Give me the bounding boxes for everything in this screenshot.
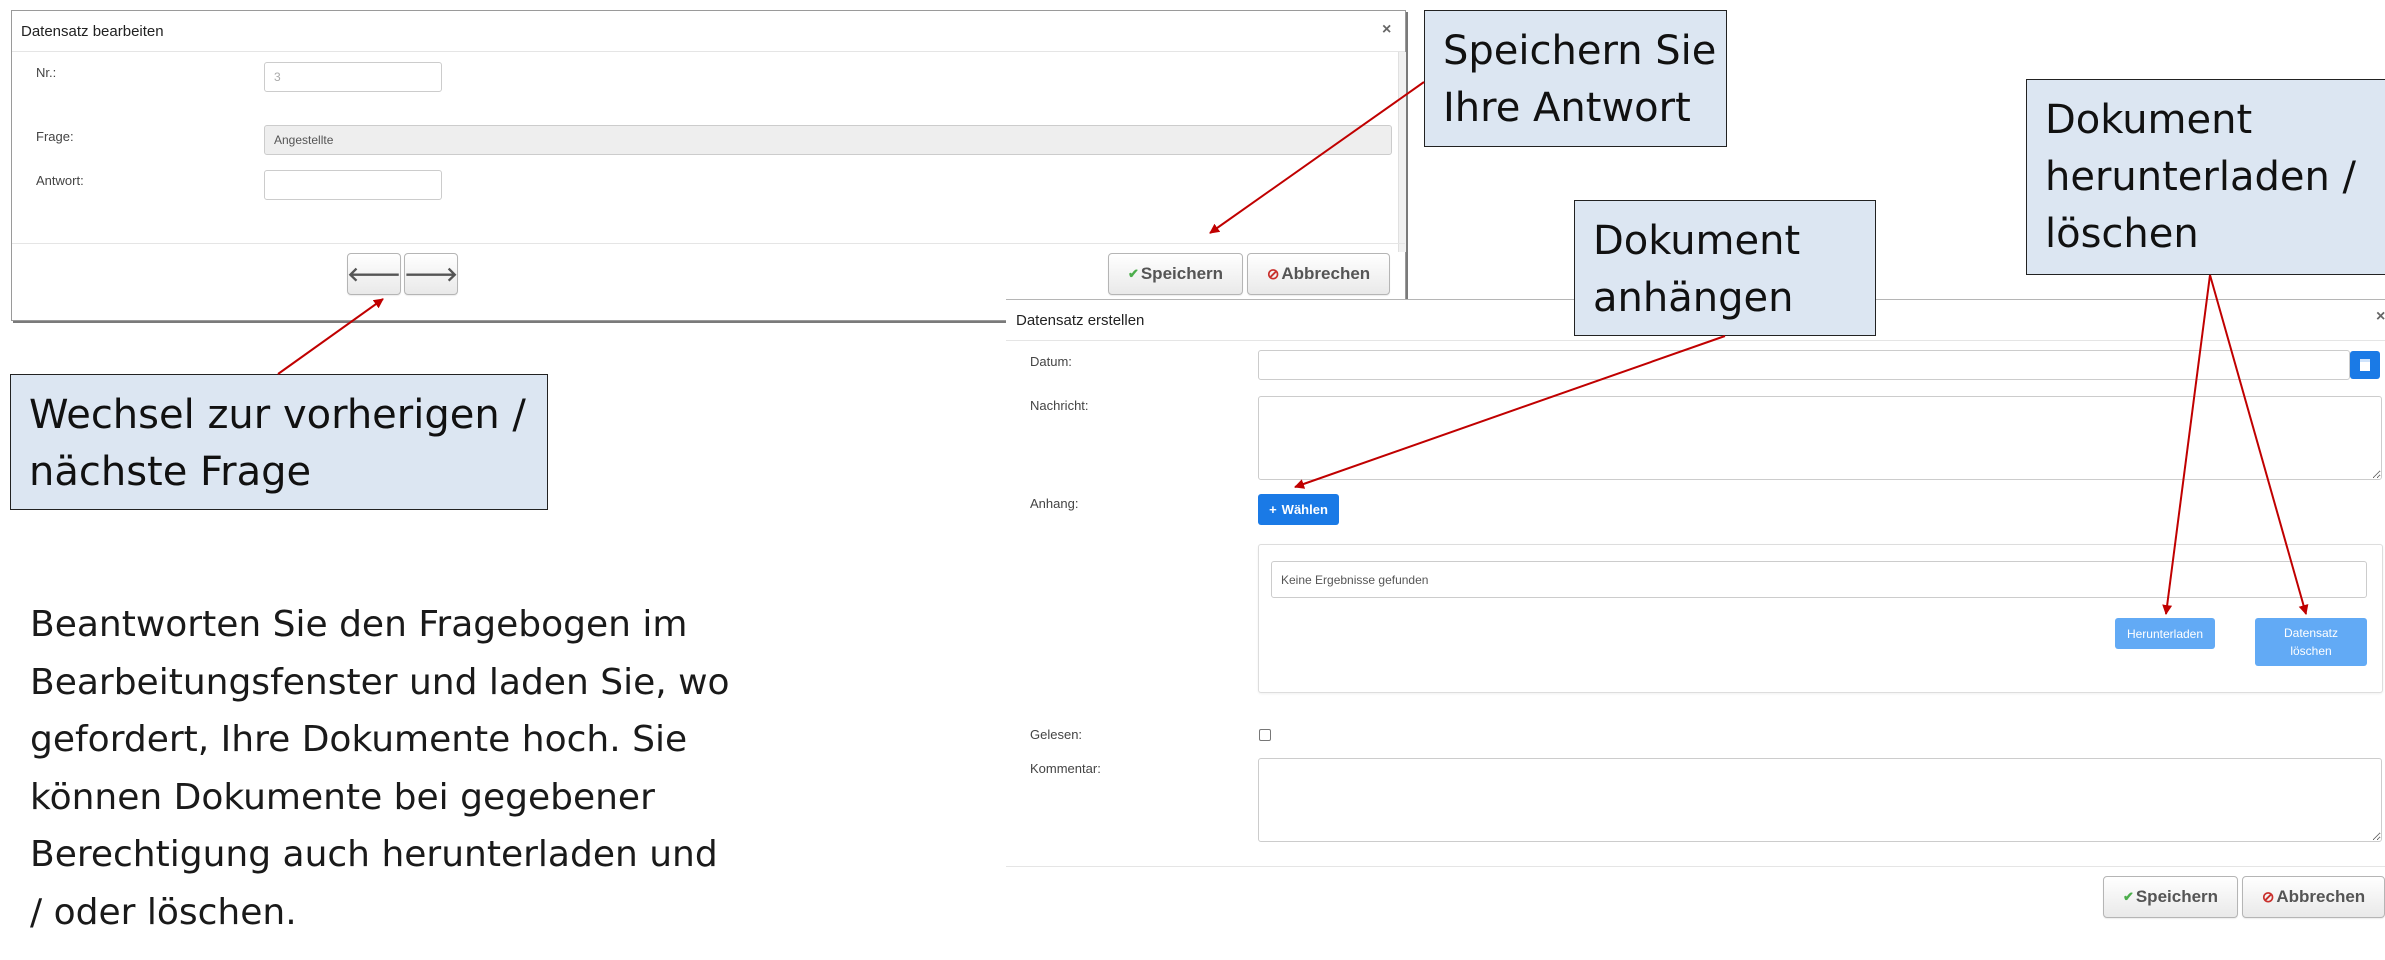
annotation-arrows: [277, 81, 2309, 615]
arrow-navigate: [277, 298, 384, 375]
arrow-save: [1209, 81, 1425, 234]
arrow-download: [2162, 274, 2211, 615]
arrow-attach: [1294, 335, 1726, 489]
arrow-delete: [2209, 274, 2309, 615]
